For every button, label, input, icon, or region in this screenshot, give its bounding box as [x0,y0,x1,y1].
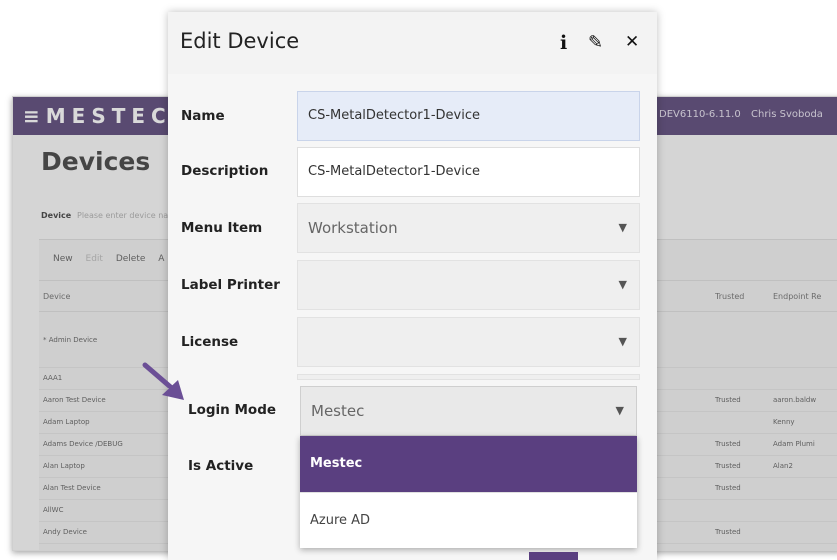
field-divider [297,374,640,380]
pencil-icon[interactable]: ✎ [588,32,603,53]
modal-title: Edit Device [180,29,300,53]
label-printer-select[interactable]: ▼ [297,260,640,310]
license-select[interactable]: ▼ [297,317,640,367]
license-label: License [181,334,239,350]
chevron-down-icon: ▼ [618,335,627,348]
annotation-arrow-icon [142,362,184,400]
description-field[interactable]: CS-MetalDetector1-Device [297,147,640,197]
save-button[interactable] [529,552,578,560]
edit-device-modal: Edit Device i ✎ ✕ Name CS-MetalDetector1… [168,12,657,560]
chevron-down-icon: ▼ [618,278,627,291]
name-label: Name [181,108,225,124]
login-mode-select[interactable]: Mestec ▼ [300,386,637,436]
screenshot-stage: ≡MESTEC DEV6110-6.11.0 Chris Svoboda Dev… [0,0,837,560]
option-mestec[interactable]: Mestec [300,436,637,492]
menu-item-label: Menu Item [181,220,263,236]
option-azure-ad[interactable]: Azure AD [300,492,637,548]
chevron-down-icon: ▼ [615,404,624,417]
login-mode-value: Mestec [311,402,365,420]
menu-item-value: Workstation [308,219,398,237]
chevron-down-icon: ▼ [618,221,627,234]
info-icon[interactable]: i [560,32,567,54]
modal-header: Edit Device i ✎ ✕ [168,12,657,74]
name-field[interactable]: CS-MetalDetector1-Device [297,91,640,141]
login-mode-dropdown: Mestec Azure AD [300,436,637,548]
menu-item-select[interactable]: Workstation ▼ [297,203,640,253]
description-label: Description [181,163,269,179]
close-icon[interactable]: ✕ [625,32,639,52]
label-printer-label: Label Printer [181,277,280,293]
login-mode-label: Login Mode [188,402,277,418]
is-active-label: Is Active [188,458,254,474]
